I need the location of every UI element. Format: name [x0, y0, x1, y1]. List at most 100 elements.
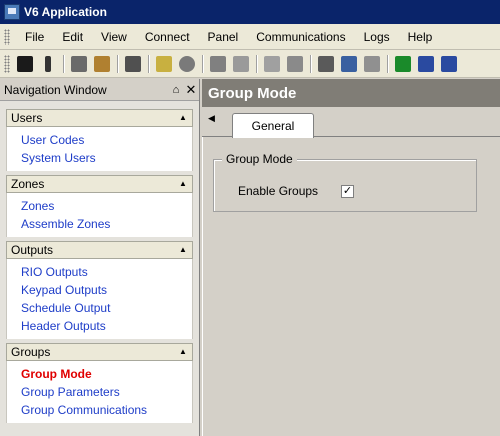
list-icon	[418, 55, 434, 72]
group-mode-groupbox: Group Mode Enable Groups ✓	[213, 152, 477, 212]
nav-item-system-users[interactable]: System Users	[21, 149, 192, 167]
print-icon	[125, 55, 141, 72]
user-icon	[179, 55, 195, 72]
collapse-icon[interactable]: ▲	[178, 179, 188, 189]
nav-item-schedule-output[interactable]: Schedule Output	[21, 299, 192, 317]
back-button[interactable]	[392, 53, 414, 75]
print-button[interactable]	[122, 53, 144, 75]
nav-item-group-parameters[interactable]: Group Parameters	[21, 383, 192, 401]
copy-button[interactable]	[68, 53, 90, 75]
enable-groups-label: Enable Groups	[238, 184, 319, 198]
nav-group-users[interactable]: Users ▲	[6, 109, 193, 127]
menu-edit[interactable]: Edit	[53, 30, 92, 44]
nav-group-label: Groups	[11, 345, 51, 359]
enable-groups-field: Enable Groups ✓	[238, 184, 354, 198]
nav-item-user-codes[interactable]: User Codes	[21, 131, 192, 149]
grid-button[interactable]	[284, 53, 306, 75]
connect-icon	[156, 55, 172, 72]
nav-group-label: Users	[11, 111, 43, 125]
menu-logs[interactable]: Logs	[355, 30, 399, 44]
toolbar-separator	[256, 54, 258, 73]
toolbar-separator	[148, 54, 150, 73]
checkmark-icon: ✓	[342, 184, 353, 197]
device-icon	[233, 55, 249, 72]
tab-label: General	[251, 119, 295, 133]
save-icon	[17, 55, 33, 72]
tab-strip: ◀ General	[202, 107, 500, 138]
nav-group-items: User Codes System Users	[6, 127, 193, 171]
nav-group-items: Group Mode Group Parameters Group Commun…	[6, 361, 193, 423]
tab-scroll-left-icon[interactable]: ◀	[208, 113, 215, 124]
nav-group-groups[interactable]: Groups ▲	[6, 343, 193, 361]
nav-group-label: Outputs	[11, 243, 54, 257]
nav-item-zones[interactable]: Zones	[21, 197, 192, 215]
forward-button[interactable]	[438, 53, 460, 75]
main-header: Group Mode	[202, 79, 500, 107]
menu-communications[interactable]: Communications	[247, 30, 354, 44]
arrow-right-icon	[441, 55, 457, 72]
navigation-window: Navigation Window ⌂ ✕ Users ▲ User Codes…	[0, 79, 200, 436]
arrow-left-icon	[395, 55, 411, 72]
nav-item-header-outputs[interactable]: Header Outputs	[21, 317, 192, 335]
toolbar-separator	[310, 54, 312, 73]
nav-item-assemble-zones[interactable]: Assemble Zones	[21, 215, 192, 233]
panel-button[interactable]	[261, 53, 283, 75]
menu-help[interactable]: Help	[399, 30, 442, 44]
toolbar-separator	[387, 54, 389, 73]
nav-group-outputs[interactable]: Outputs ▲	[6, 241, 193, 259]
app-icon	[4, 4, 20, 20]
toolbar-separator	[117, 54, 119, 73]
collapse-icon[interactable]: ▲	[178, 245, 188, 255]
nav-group-zones[interactable]: Zones ▲	[6, 175, 193, 193]
tab-general[interactable]: General	[232, 113, 314, 138]
pin-icon[interactable]: ⌂	[169, 84, 183, 96]
users-button[interactable]	[338, 53, 360, 75]
modem-icon	[210, 55, 226, 72]
copy-icon	[71, 55, 87, 72]
collapse-icon[interactable]: ▲	[178, 347, 188, 357]
list-button[interactable]	[415, 53, 437, 75]
window-title: V6 Application	[24, 5, 107, 19]
attach-button[interactable]	[37, 53, 59, 75]
toolbar-grip[interactable]	[4, 54, 10, 73]
close-icon[interactable]: ✕	[183, 82, 199, 98]
toolbar	[0, 50, 500, 78]
nav-item-rio-outputs[interactable]: RIO Outputs	[21, 263, 192, 281]
navigation-title: Navigation Window	[4, 82, 107, 97]
window-titlebar: V6 Application	[0, 0, 500, 24]
calendar-icon	[364, 55, 380, 72]
calendar-button[interactable]	[361, 53, 383, 75]
nav-group-items: Zones Assemble Zones	[6, 193, 193, 237]
menu-view[interactable]: View	[92, 30, 136, 44]
paste-icon	[94, 55, 110, 72]
menu-panel[interactable]: Panel	[199, 30, 248, 44]
menu-file[interactable]: File	[16, 30, 53, 44]
tab-page: Group Mode Enable Groups ✓	[202, 137, 500, 436]
nav-group-label: Zones	[11, 177, 45, 191]
nav-item-group-mode[interactable]: Group Mode	[21, 365, 192, 383]
report-button[interactable]	[315, 53, 337, 75]
collapse-icon[interactable]: ▲	[178, 113, 188, 123]
device-button[interactable]	[230, 53, 252, 75]
menu-bar: File Edit View Connect Panel Communicati…	[0, 24, 500, 50]
nav-item-group-communications[interactable]: Group Communications	[21, 401, 192, 419]
navigation-header: Navigation Window ⌂ ✕	[0, 79, 199, 101]
main-panel: Group Mode ◀ General Group Mode Enable G…	[202, 79, 500, 436]
modem-button[interactable]	[207, 53, 229, 75]
connect-button[interactable]	[153, 53, 175, 75]
panel-icon	[264, 55, 280, 72]
user-button[interactable]	[176, 53, 198, 75]
groupbox-legend: Group Mode	[222, 152, 297, 166]
toolbar-separator	[202, 54, 204, 73]
attach-icon	[45, 55, 51, 72]
page-title: Group Mode	[208, 84, 297, 102]
nav-item-keypad-outputs[interactable]: Keypad Outputs	[21, 281, 192, 299]
grid-icon	[287, 55, 303, 72]
enable-groups-checkbox[interactable]: ✓	[341, 184, 354, 198]
menu-connect[interactable]: Connect	[136, 30, 199, 44]
menubar-grip[interactable]	[4, 28, 10, 45]
users-icon	[341, 55, 357, 72]
report-icon	[318, 55, 334, 72]
paste-button[interactable]	[91, 53, 113, 75]
save-button[interactable]	[14, 53, 36, 75]
